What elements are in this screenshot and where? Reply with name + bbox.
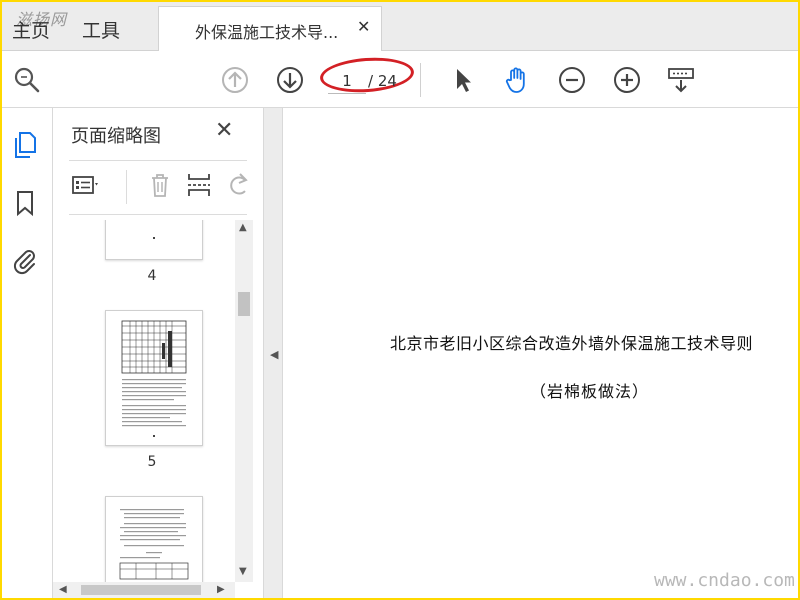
collapse-arrow-icon[interactable]: ◀: [270, 348, 278, 361]
navigation-rail: [2, 108, 53, 598]
total-pages-label: / 24: [368, 72, 397, 90]
thumbnail-options-icon[interactable]: [71, 170, 101, 200]
close-tab-icon[interactable]: ✕: [357, 17, 370, 36]
scroll-right-arrow-icon[interactable]: ▶: [217, 584, 225, 595]
scroll-left-arrow-icon[interactable]: ◀: [59, 584, 67, 595]
document-title: 北京市老旧小区综合改造外墙外保温施工技术导则: [390, 334, 754, 353]
page-thumbnail[interactable]: [105, 496, 203, 582]
scroll-thumb[interactable]: [238, 292, 250, 316]
page-mark: [153, 237, 155, 239]
attachment-icon[interactable]: [10, 246, 40, 276]
page-number: 5: [147, 454, 157, 470]
zoom-out-icon[interactable]: [557, 65, 587, 95]
document-view: 北京市老旧小区综合改造外墙外保温施工技术导则 （岩棉板做法） www.cndao…: [284, 108, 798, 598]
app-window: 滋扬网 主页 工具 外保温施工技术导... ✕ 1 / 24 页面缩略图 ✕ 4…: [2, 2, 798, 598]
hand-tool-icon[interactable]: [502, 65, 532, 95]
page-up-icon[interactable]: [220, 65, 250, 95]
rotate-page-icon[interactable]: [223, 170, 253, 200]
tool-divider: [126, 170, 127, 204]
current-page-input[interactable]: 1: [328, 69, 366, 94]
home-tab[interactable]: 主页: [12, 16, 50, 43]
panel-divider: [69, 214, 247, 215]
panel-divider: [69, 160, 247, 161]
scroll-thumb[interactable]: [81, 585, 201, 595]
document-tab-label: 外保温施工技术导...: [195, 23, 339, 42]
document-tab[interactable]: 外保温施工技术导... ✕: [158, 6, 382, 51]
toolbar-divider: [420, 63, 421, 97]
thumbnail-panel: 页面缩略图 ✕ 4 5 ▲ ▼ ◀ ▶: [53, 108, 263, 598]
toolbar: 1 / 24: [2, 51, 798, 108]
insert-page-icon[interactable]: [185, 170, 215, 200]
close-panel-icon[interactable]: ✕: [215, 118, 233, 143]
tab-bar: 滋扬网 主页 工具 外保温施工技术导... ✕: [2, 2, 798, 51]
page-number: 4: [147, 268, 157, 284]
read-mode-icon[interactable]: [666, 65, 696, 95]
bookmark-icon[interactable]: [10, 188, 40, 218]
thumbnail-vertical-scrollbar[interactable]: ▲ ▼: [235, 220, 253, 582]
watermark-bottom: www.cndao.com: [654, 570, 795, 591]
panel-title: 页面缩略图: [71, 126, 161, 147]
page-down-icon[interactable]: [275, 65, 305, 95]
zoom-in-icon[interactable]: [612, 65, 642, 95]
panel-collapse-bar[interactable]: ◀: [263, 108, 283, 598]
thumbnail-horizontal-scrollbar[interactable]: ◀ ▶: [53, 582, 235, 598]
page-preview: [119, 509, 189, 580]
scroll-down-arrow-icon[interactable]: ▼: [239, 566, 247, 577]
page-preview: [121, 320, 187, 437]
page-thumbnail[interactable]: [105, 310, 203, 446]
tools-tab[interactable]: 工具: [82, 16, 120, 43]
search-icon[interactable]: [12, 65, 42, 95]
page-thumbnail[interactable]: [105, 220, 203, 260]
select-arrow-icon[interactable]: [448, 65, 478, 95]
page-thumbnails-icon[interactable]: [10, 130, 40, 160]
scroll-up-arrow-icon[interactable]: ▲: [239, 222, 247, 233]
delete-page-icon[interactable]: [145, 170, 175, 200]
thumbnail-list: 4 5: [69, 220, 235, 582]
document-subtitle: （岩棉板做法）: [530, 382, 650, 401]
